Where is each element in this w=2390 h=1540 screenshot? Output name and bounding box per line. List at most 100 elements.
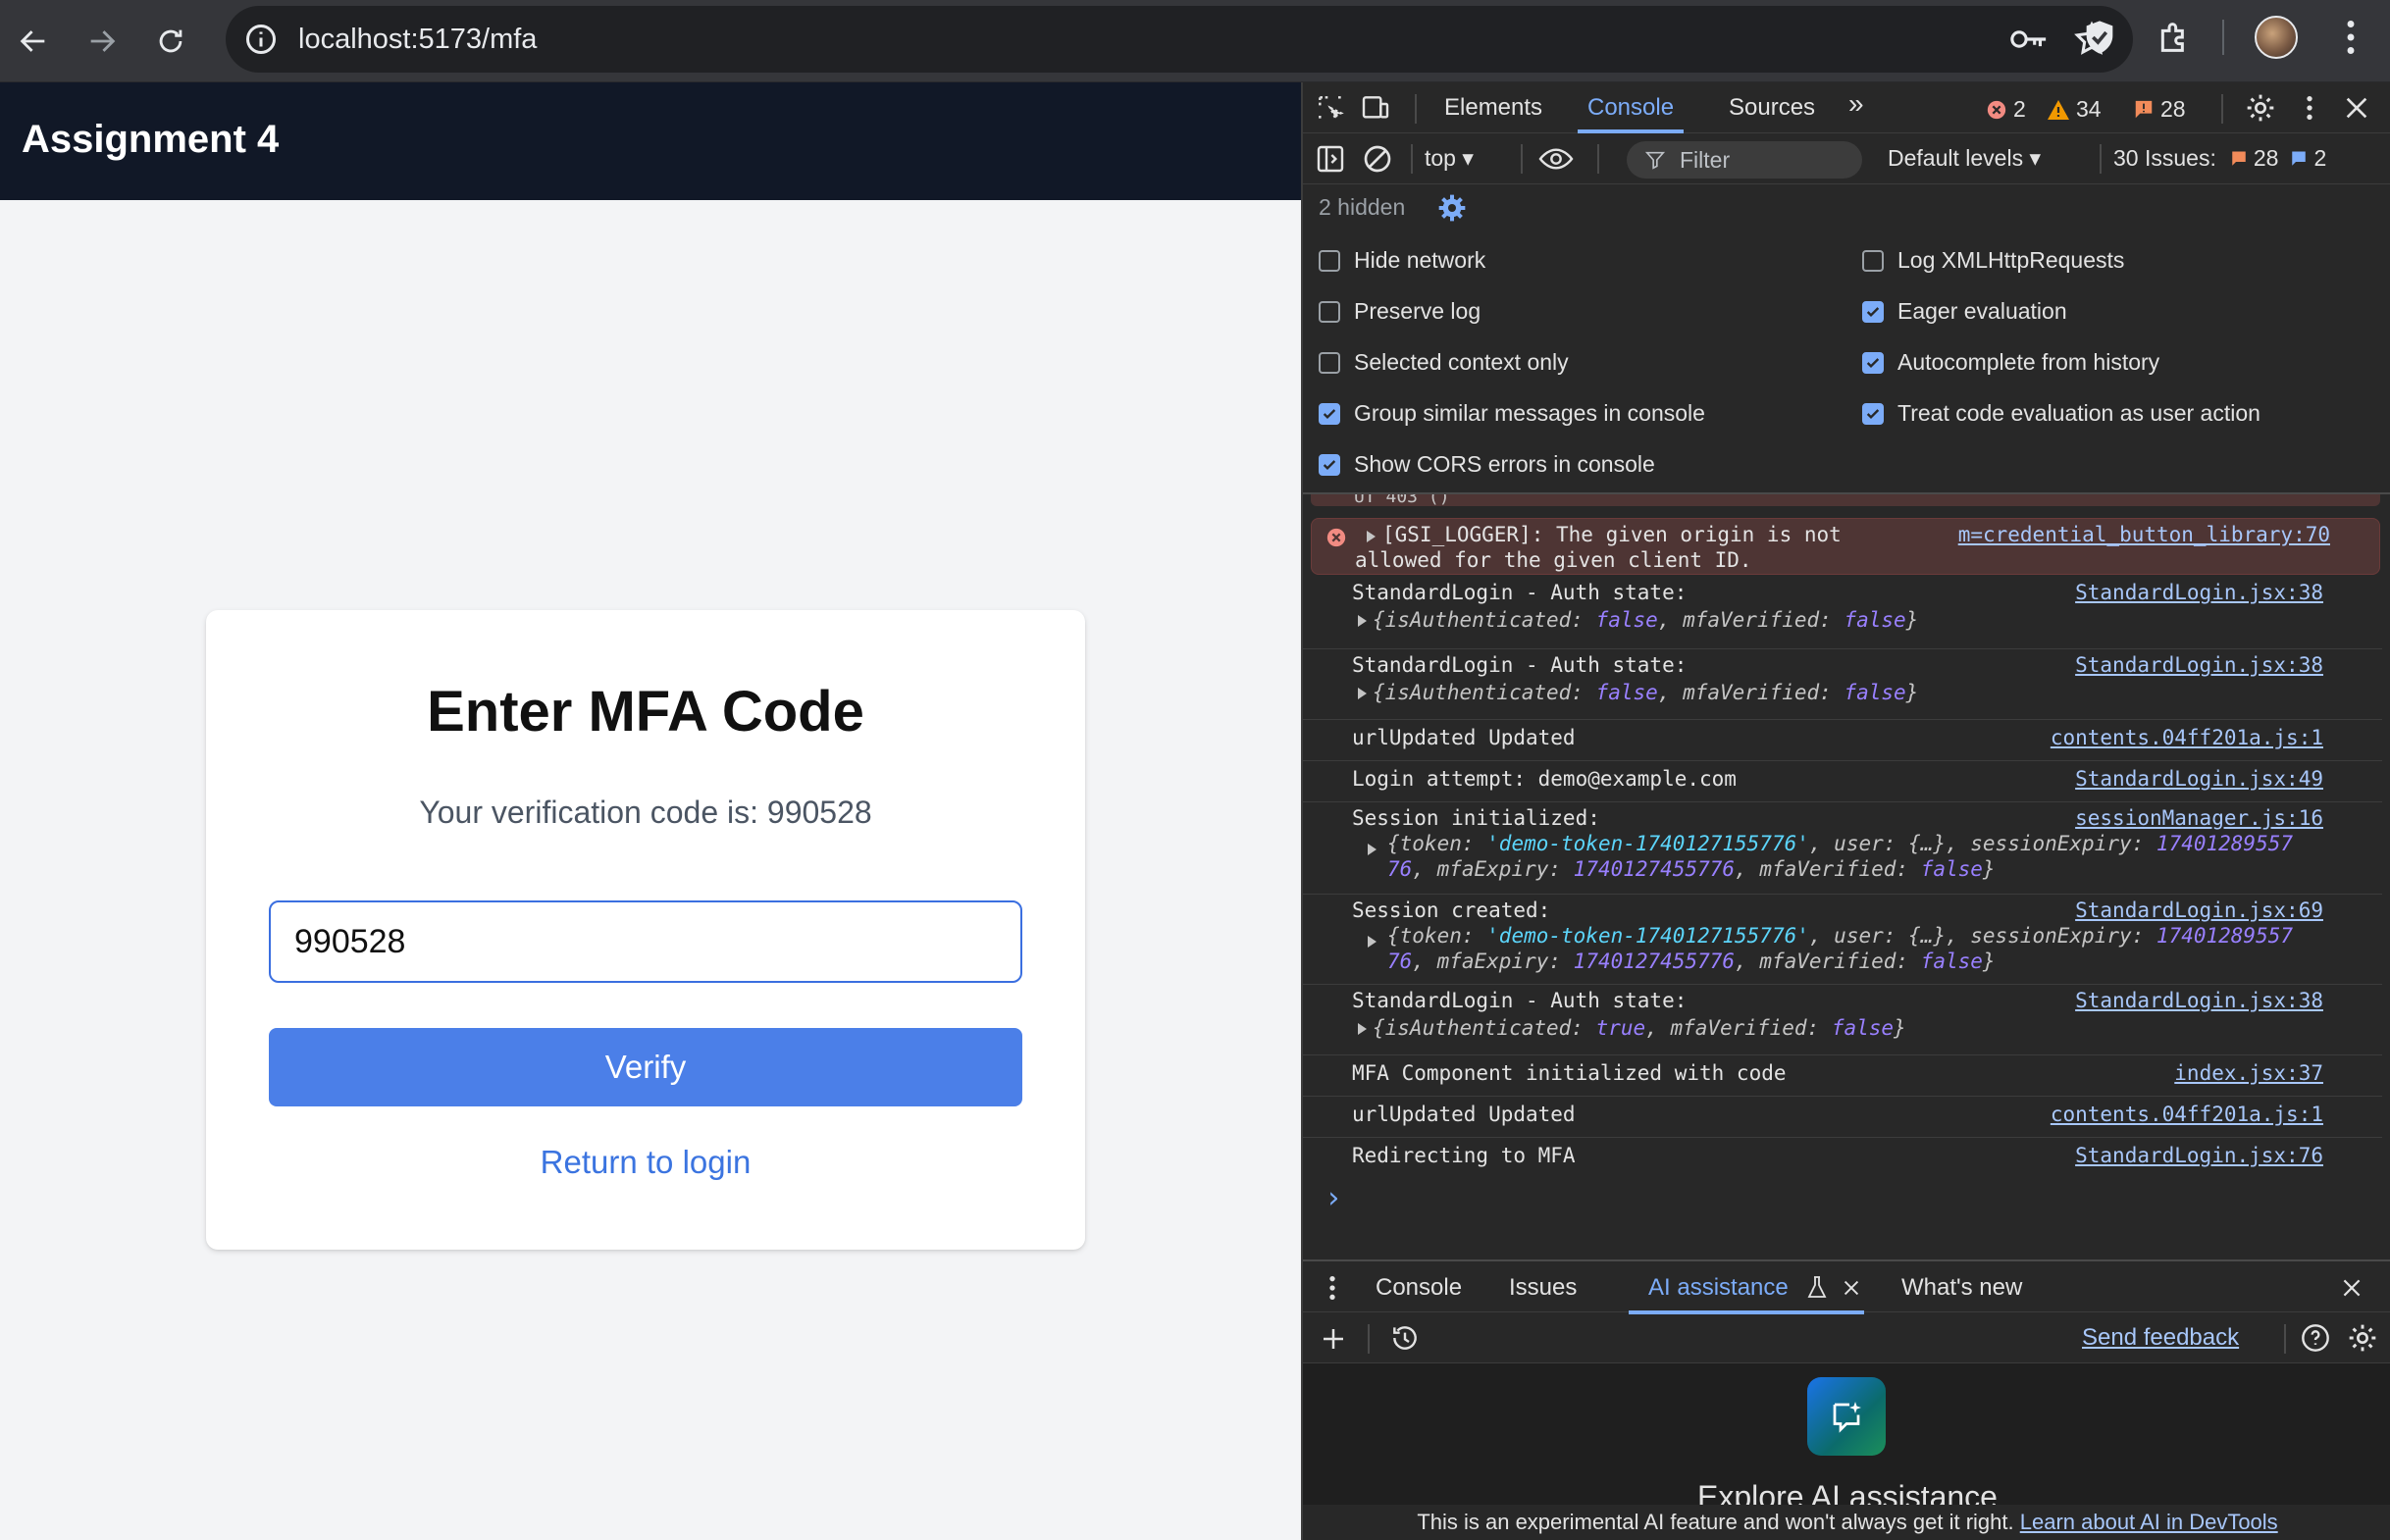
console-log-row[interactable]: MFA Component initialized with code inde… xyxy=(1303,1055,2382,1097)
option-group-similar[interactable]: Group similar messages in console xyxy=(1319,400,1705,427)
checkbox-checked[interactable] xyxy=(1319,402,1340,425)
checkbox-checked[interactable] xyxy=(1319,453,1340,476)
log-levels-select[interactable]: Default levels ▾ xyxy=(1888,145,2041,172)
drawer-tab-console[interactable]: Console xyxy=(1376,1274,1462,1302)
kebab-menu-icon[interactable] xyxy=(2294,92,2325,124)
console-log-row[interactable]: Redirecting to MFA StandardLogin.jsx:76 xyxy=(1303,1138,2382,1179)
console-prompt[interactable]: › xyxy=(1325,1181,1342,1215)
option-treat-eval-user-action[interactable]: Treat code evaluation as user action xyxy=(1862,400,2260,427)
key-icon[interactable] xyxy=(2009,22,2049,57)
expand-triangle-icon[interactable] xyxy=(1368,936,1377,948)
address-bar[interactable]: localhost:5173/mfa xyxy=(226,6,2133,73)
option-eager-evaluation[interactable]: Eager evaluation xyxy=(1862,298,2067,325)
log-object[interactable]: {isAuthenticated: false, mfaVerified: fa… xyxy=(1358,608,1918,632)
log-source-link[interactable]: sessionManager.js:16 xyxy=(2075,806,2323,830)
history-icon[interactable] xyxy=(1389,1322,1421,1354)
log-source-link[interactable]: contents.04ff201a.js:1 xyxy=(2051,1103,2323,1126)
log-source-link[interactable]: contents.04ff201a.js:1 xyxy=(2051,726,2323,749)
learn-about-ai-link[interactable]: Learn about AI in DevTools xyxy=(2020,1510,2278,1534)
context-select[interactable]: top ▾ xyxy=(1425,145,1474,172)
reload-button[interactable] xyxy=(143,14,198,69)
option-hide-network[interactable]: Hide network xyxy=(1319,247,1485,274)
console-log-row[interactable]: StandardLogin - Auth state: StandardLogi… xyxy=(1303,649,2382,720)
error-source-link[interactable]: m=credential_button_library:70 xyxy=(1958,523,2330,546)
option-selected-context-only[interactable]: Selected context only xyxy=(1319,349,1569,376)
log-source-link[interactable]: StandardLogin.jsx:76 xyxy=(2075,1144,2323,1167)
verify-button[interactable]: Verify xyxy=(269,1028,1022,1106)
console-log-row[interactable]: Login attempt: demo@example.com Standard… xyxy=(1303,761,2382,802)
live-expression-eye-icon[interactable] xyxy=(1536,143,1576,175)
url-text[interactable]: localhost:5173/mfa xyxy=(298,20,537,59)
close-devtools-icon[interactable] xyxy=(2341,92,2372,124)
close-tab-icon[interactable] xyxy=(1841,1277,1862,1299)
expand-triangle-icon[interactable] xyxy=(1358,615,1367,627)
profile-avatar[interactable] xyxy=(2255,16,2298,59)
expand-triangle-icon[interactable] xyxy=(1368,844,1377,855)
drawer-menu-icon[interactable] xyxy=(1317,1272,1348,1304)
send-feedback-link[interactable]: Send feedback xyxy=(2082,1324,2239,1352)
checkbox[interactable] xyxy=(1862,249,1884,272)
tab-sources[interactable]: Sources xyxy=(1729,94,1815,122)
expand-triangle-icon[interactable] xyxy=(1367,531,1376,542)
option-autocomplete-history[interactable]: Autocomplete from history xyxy=(1862,349,2159,376)
settings-gear-icon[interactable] xyxy=(2245,92,2276,124)
new-chat-plus-icon[interactable] xyxy=(1319,1324,1348,1354)
sidebar-toggle-icon[interactable] xyxy=(1315,143,1346,175)
close-drawer-icon[interactable] xyxy=(2339,1275,2364,1301)
log-source-link[interactable]: StandardLogin.jsx:38 xyxy=(2075,989,2323,1012)
console-log-row[interactable]: Session initialized: sessionManager.js:1… xyxy=(1303,802,2382,895)
tab-elements[interactable]: Elements xyxy=(1444,94,1542,122)
drawer-tab-whats-new[interactable]: What's new xyxy=(1901,1274,2022,1302)
log-source-link[interactable]: index.jsx:37 xyxy=(2174,1061,2323,1085)
warning-count-badge[interactable]: 34 xyxy=(2047,96,2102,123)
log-source-link[interactable]: StandardLogin.jsx:38 xyxy=(2075,653,2323,677)
error-count-badge[interactable]: 2 xyxy=(1986,96,2026,123)
clear-console-icon[interactable] xyxy=(1362,143,1393,175)
log-object-line-1[interactable]: {token: 'demo-token-1740127155776', user… xyxy=(1387,924,2293,948)
log-source-link[interactable]: StandardLogin.jsx:69 xyxy=(2075,898,2323,922)
checkbox-checked[interactable] xyxy=(1862,402,1884,425)
more-tabs-icon[interactable]: » xyxy=(1848,88,1864,120)
log-source-link[interactable]: StandardLogin.jsx:38 xyxy=(2075,581,2323,604)
drawer-tab-ai-assistance[interactable]: AI assistance xyxy=(1648,1274,1789,1302)
option-show-cors-errors[interactable]: Show CORS errors in console xyxy=(1319,451,1655,478)
info-icon[interactable] xyxy=(243,22,279,57)
checkbox-checked[interactable] xyxy=(1862,300,1884,323)
option-preserve-log[interactable]: Preserve log xyxy=(1319,298,1481,325)
browser-menu-icon[interactable] xyxy=(2333,14,2368,61)
return-to-login-link[interactable]: Return to login xyxy=(206,1144,1085,1181)
option-log-xhr[interactable]: Log XMLHttpRequests xyxy=(1862,247,2124,274)
log-object-line-1[interactable]: {token: 'demo-token-1740127155776', user… xyxy=(1387,832,2293,855)
console-log-row[interactable]: Session created: StandardLogin.jsx:69 {t… xyxy=(1303,895,2382,985)
log-object[interactable]: {isAuthenticated: false, mfaVerified: fa… xyxy=(1358,681,1918,704)
forward-button[interactable] xyxy=(75,14,130,69)
help-icon[interactable] xyxy=(2300,1322,2331,1354)
console-log-row[interactable]: urlUpdated Updated contents.04ff201a.js:… xyxy=(1303,1097,2382,1138)
console-error-message[interactable]: [GSI_LOGGER]: The given origin is not al… xyxy=(1311,518,2380,575)
device-toolbar-icon[interactable] xyxy=(1360,92,1391,124)
tab-console[interactable]: Console xyxy=(1587,94,1674,122)
shield-check-icon[interactable] xyxy=(2080,18,2119,57)
checkbox[interactable] xyxy=(1319,300,1340,323)
inspect-element-icon[interactable] xyxy=(1315,92,1346,124)
console-log-row[interactable]: urlUpdated Updated contents.04ff201a.js:… xyxy=(1303,720,2382,761)
expand-triangle-icon[interactable] xyxy=(1358,1023,1367,1035)
console-log-row[interactable]: StandardLogin - Auth state: StandardLogi… xyxy=(1303,579,2382,649)
console-settings-gear-icon[interactable] xyxy=(1436,192,1468,224)
ai-disclaimer-text: This is an experimental AI feature and w… xyxy=(1417,1510,2014,1534)
checkbox-checked[interactable] xyxy=(1862,351,1884,374)
console-log-row[interactable]: StandardLogin - Auth state: StandardLogi… xyxy=(1303,985,2382,1055)
ai-settings-gear-icon[interactable] xyxy=(2347,1322,2378,1354)
log-source-link[interactable]: StandardLogin.jsx:49 xyxy=(2075,767,2323,791)
extensions-puzzle-icon[interactable] xyxy=(2155,18,2194,57)
checkbox[interactable] xyxy=(1319,249,1340,272)
checkbox[interactable] xyxy=(1319,351,1340,374)
expand-triangle-icon[interactable] xyxy=(1358,688,1367,699)
back-button[interactable] xyxy=(6,14,61,69)
issue-count-badge[interactable]: 28 xyxy=(2133,96,2186,123)
log-object[interactable]: {isAuthenticated: true, mfaVerified: fal… xyxy=(1358,1016,1906,1040)
console-filter-input[interactable]: Filter xyxy=(1627,141,1862,179)
issues-summary[interactable]: 30 Issues: 28 2 xyxy=(2113,145,2326,172)
mfa-code-input[interactable]: 990528 xyxy=(269,900,1022,983)
drawer-tab-issues[interactable]: Issues xyxy=(1509,1274,1577,1302)
